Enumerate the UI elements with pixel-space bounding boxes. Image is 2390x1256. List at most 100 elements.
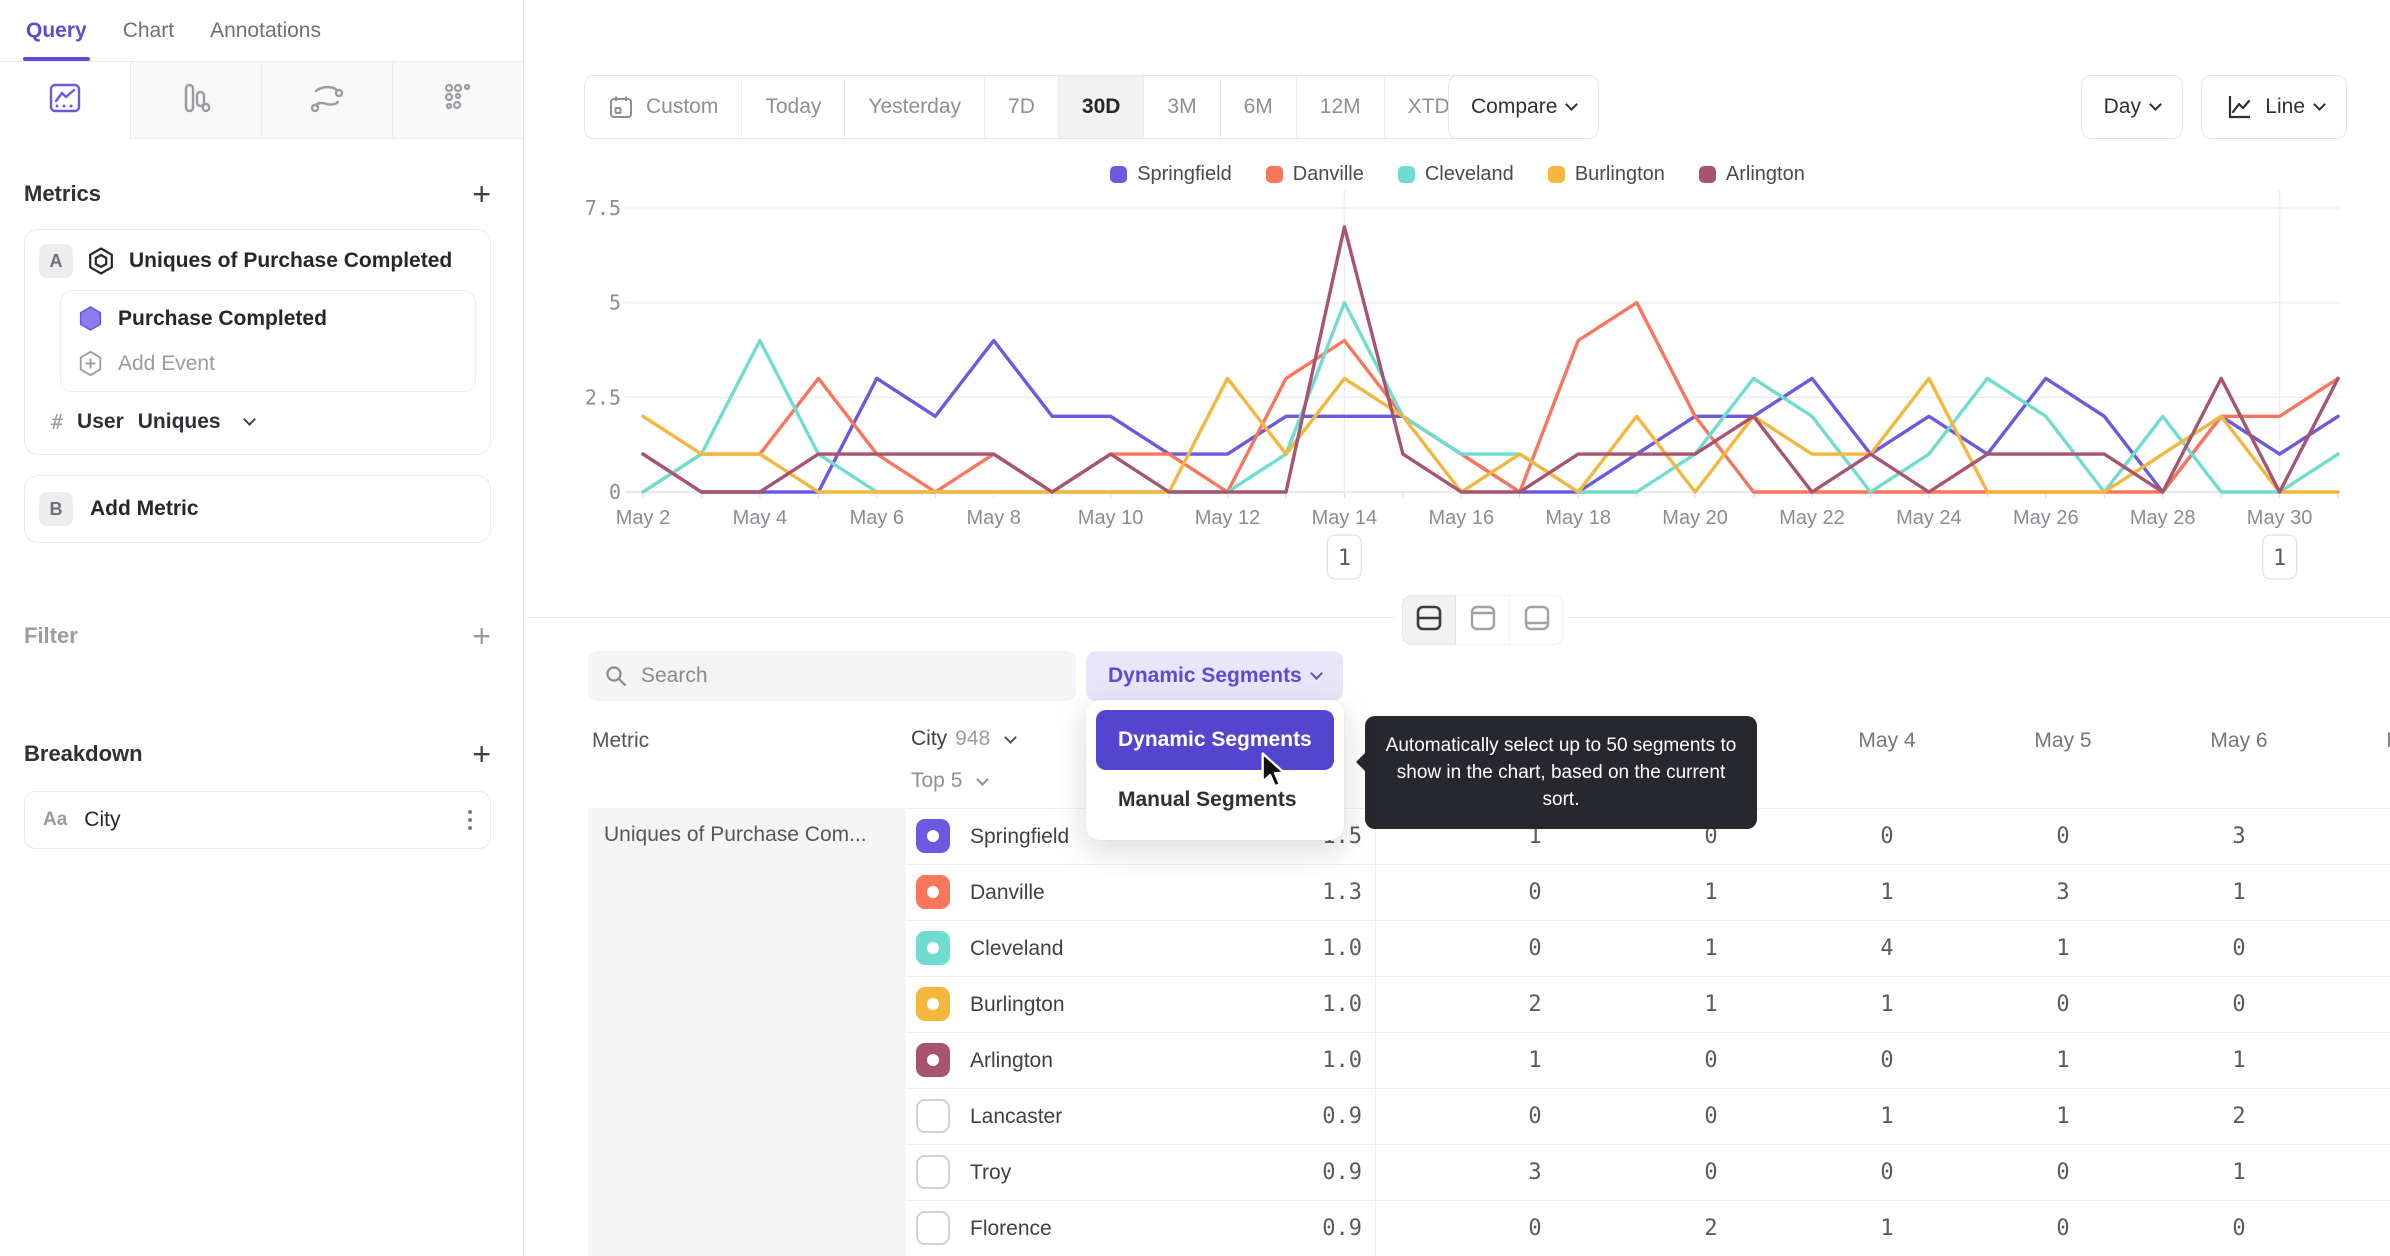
dropdown-item-dynamic-segments[interactable]: Dynamic Segments xyxy=(1096,710,1334,770)
add-breakdown-plus-icon[interactable]: + xyxy=(472,738,491,770)
segment-search[interactable] xyxy=(588,651,1076,701)
metric-card-a: A Uniques of Purchase Completed Purchase… xyxy=(24,229,491,455)
segment-value-cell: 0 xyxy=(1704,1104,1718,1129)
date-range-7d[interactable]: 7D xyxy=(984,76,1058,138)
tab-query[interactable]: Query xyxy=(23,0,90,61)
date-range-6m[interactable]: 6M xyxy=(1219,76,1296,138)
segment-average: 0.9 xyxy=(1322,1104,1362,1129)
metric-name[interactable]: Uniques of Purchase Completed xyxy=(129,249,452,273)
main-content: Custom Today Yesterday 7D 30D 3M 6M 12M XTD Comp… xyxy=(525,0,2390,1256)
date-column-header[interactable]: May 4 xyxy=(1799,729,1975,753)
segment-mode-button[interactable]: Dynamic Segments xyxy=(1086,651,1343,701)
segment-value-cell: 1 xyxy=(2232,880,2246,905)
date-column-header[interactable]: May 5 xyxy=(1975,729,2151,753)
add-event-row[interactable]: Add Event xyxy=(77,350,459,377)
segment-name: Arlington xyxy=(970,1049,1053,1072)
date-range-label: Custom xyxy=(646,95,719,118)
svg-text:5: 5 xyxy=(609,291,621,315)
segment-checkbox[interactable] xyxy=(916,987,950,1021)
layout-chart-top-button[interactable] xyxy=(1456,595,1510,645)
segment-value-cell: 0 xyxy=(1528,1104,1542,1129)
segment-mode-label: Dynamic Segments xyxy=(1108,664,1302,687)
tab-bar-chart[interactable] xyxy=(130,62,261,139)
date-column-header[interactable]: May 7 xyxy=(2327,729,2390,753)
metric-card-b[interactable]: B Add Metric xyxy=(24,475,491,543)
search-input[interactable] xyxy=(641,664,1060,688)
segment-checkbox[interactable] xyxy=(916,1211,950,1245)
segment-checkbox[interactable] xyxy=(916,931,950,965)
svg-text:May 30: May 30 xyxy=(2247,507,2313,529)
date-range-3m[interactable]: 3M xyxy=(1143,76,1219,138)
svg-text:May 8: May 8 xyxy=(966,507,1020,529)
river-chart-icon xyxy=(308,79,346,122)
scatter-chart-icon xyxy=(440,80,476,121)
segment-row-lancaster: Lancaster 0.9 0 0 1 1 2 xyxy=(906,1088,2390,1144)
line-chart[interactable]: 0 2.5 5 7.5 May 2 May 4 May 6 May 8 May 10 May 12… xyxy=(525,150,2390,595)
measure-row[interactable]: # User Uniques xyxy=(51,410,476,434)
segment-value-cell: 2 xyxy=(1528,992,1542,1017)
segment-checkbox[interactable] xyxy=(916,1099,950,1133)
segment-value-cell: 2 xyxy=(2232,1104,2246,1129)
metric-cell: Uniques of Purchase Com... xyxy=(588,808,906,1256)
annotation-badge[interactable]: 1 xyxy=(1326,534,1363,580)
event-name: Purchase Completed xyxy=(118,306,327,330)
add-filter-plus-icon[interactable]: + xyxy=(472,620,491,652)
metric-cell-label: Uniques of Purchase Com... xyxy=(604,823,867,846)
svg-text:2.5: 2.5 xyxy=(585,385,621,409)
segment-average: 0.9 xyxy=(1322,1216,1362,1241)
segment-value-cell: 1 xyxy=(1880,1216,1894,1241)
tab-scatter-chart[interactable] xyxy=(392,62,523,139)
chart-style-button[interactable]: Line xyxy=(2201,75,2347,139)
mouse-cursor xyxy=(1258,752,1294,797)
add-event-label: Add Event xyxy=(118,351,215,375)
tab-annotations[interactable]: Annotations xyxy=(210,0,321,61)
segment-checkbox[interactable] xyxy=(916,819,950,853)
add-metric-label: Add Metric xyxy=(90,497,199,520)
segment-value-cell: 1 xyxy=(1704,880,1718,905)
segment-value-cell: 3 xyxy=(2232,824,2246,849)
date-range-yesterday[interactable]: Yesterday xyxy=(844,76,984,138)
metric-column-header: Metric xyxy=(592,729,650,752)
breakdown-property-card[interactable]: Aa City xyxy=(24,791,491,849)
segment-name: Burlington xyxy=(970,993,1065,1016)
date-range-12m[interactable]: 12M xyxy=(1295,76,1384,138)
svg-text:7.5: 7.5 xyxy=(585,196,621,220)
annotation-badge[interactable]: 1 xyxy=(2261,534,2298,580)
tab-chart[interactable]: Chart xyxy=(123,0,174,61)
svg-text:May 10: May 10 xyxy=(1078,507,1144,529)
date-range-label: Today xyxy=(765,95,822,118)
svg-text:May 24: May 24 xyxy=(1896,507,1962,529)
granularity-button[interactable]: Day xyxy=(2080,75,2183,139)
svg-text:May 18: May 18 xyxy=(1545,507,1611,529)
segment-checkbox[interactable] xyxy=(916,1155,950,1189)
svg-text:May 26: May 26 xyxy=(2013,507,2079,529)
date-column-header[interactable]: May 6 xyxy=(2151,729,2327,753)
chevron-down-icon xyxy=(2313,97,2326,111)
breakdown-column-label: City xyxy=(911,727,948,750)
svg-text:0: 0 xyxy=(609,480,621,504)
layout-table-bottom-button[interactable] xyxy=(1510,595,1564,645)
compare-button[interactable]: Compare xyxy=(1448,75,1600,139)
segment-checkbox[interactable] xyxy=(916,1043,950,1077)
date-range-30d[interactable]: 30D xyxy=(1057,76,1144,138)
metrics-title: Metrics xyxy=(24,181,102,206)
layout-split-rows-button[interactable] xyxy=(1402,595,1456,645)
date-range-today[interactable]: Today xyxy=(741,76,844,138)
segment-value-cell: 1 xyxy=(1704,936,1718,961)
tab-river-chart[interactable] xyxy=(261,62,392,139)
date-range-label: Yesterday xyxy=(868,95,962,118)
segment-value-cell: 0 xyxy=(1704,1048,1718,1073)
add-metric-plus-icon[interactable]: + xyxy=(472,178,491,210)
segment-value-cell: 0 xyxy=(2232,992,2246,1017)
segment-value-cell: 1 xyxy=(1528,1048,1542,1073)
tab-line-chart[interactable] xyxy=(0,62,130,139)
event-row[interactable]: Purchase Completed xyxy=(77,305,459,332)
svg-text:May 12: May 12 xyxy=(1195,507,1261,529)
top-nav: Query Chart Annotations xyxy=(0,0,523,62)
kebab-menu-icon[interactable] xyxy=(468,810,472,830)
date-range-custom[interactable]: Custom xyxy=(585,76,741,138)
top-n-selector[interactable]: Top 5 xyxy=(911,769,990,793)
segment-checkbox[interactable] xyxy=(916,875,950,909)
dropdown-item-manual-segments[interactable]: Manual Segments xyxy=(1096,770,1334,830)
breakdown-column-header[interactable]: City 948 xyxy=(911,727,1017,751)
